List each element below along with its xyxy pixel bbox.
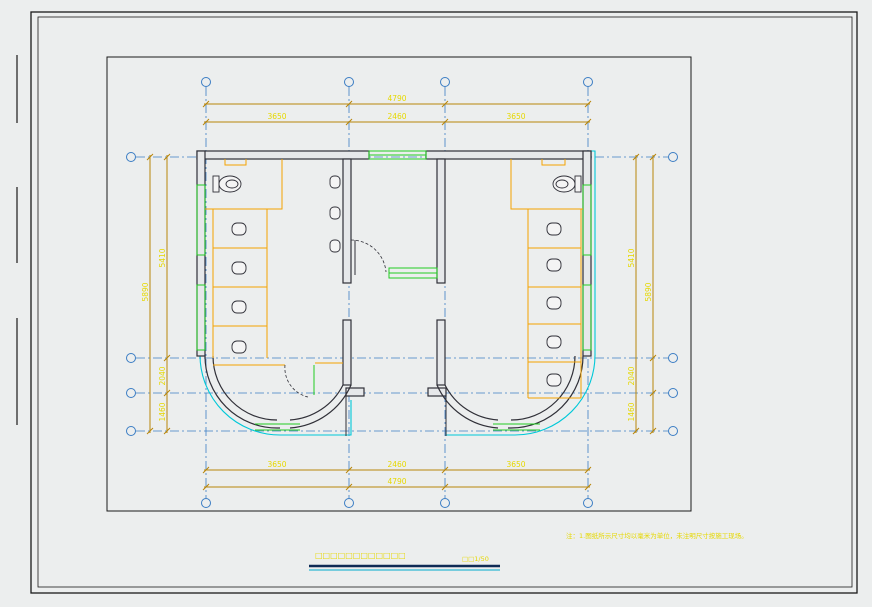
dim-overall-bottom: 4790 — [387, 477, 406, 486]
fixtures — [212, 175, 582, 387]
dim-right-outer: 5890 — [644, 282, 653, 301]
drawing-title: □□□□□□□□□□□□ — [315, 551, 406, 560]
dim-right-small-1: 2040 — [627, 366, 636, 385]
sheet-frame — [30, 11, 858, 594]
squat-pan-icon — [231, 222, 562, 387]
dim-overall-top: 4790 — [387, 94, 406, 103]
title-block: □□□□□□□□□□□□ □□1/50 — [309, 551, 500, 571]
dim-bottom-seg-2: 2460 — [387, 460, 406, 469]
dim-bottom-seg-3: 3650 — [506, 460, 525, 469]
dim-left-outer: 5890 — [141, 282, 150, 301]
dim-right-inner: 5410 — [627, 248, 636, 267]
urinal-icon — [329, 175, 341, 253]
toilet-icon-left — [212, 175, 242, 193]
dim-right-small-2: 1460 — [627, 402, 636, 421]
dim-left-small-1: 2040 — [158, 366, 167, 385]
dim-top-seg-1: 3650 — [267, 112, 286, 121]
dim-top-seg-3: 3650 — [506, 112, 525, 121]
windows — [196, 150, 592, 431]
dim-left-inner: 5410 — [158, 248, 167, 267]
drawing-scale: □□1/50 — [462, 555, 489, 563]
dim-bottom-seg-1: 3650 — [267, 460, 286, 469]
floor-plan-drawing: 4790 3650 2460 3650 3650 2460 3650 4790 … — [16, 11, 858, 594]
dim-left-small-2: 1460 — [158, 402, 167, 421]
toilet-icon-right — [552, 175, 582, 193]
drawing-note: 注：1.图纸所示尺寸均以毫米为单位，未注明尺寸按施工现场。 — [566, 531, 748, 540]
door-swings — [284, 239, 387, 398]
dim-top-seg-2: 2460 — [387, 112, 406, 121]
slab-outline — [199, 150, 596, 436]
